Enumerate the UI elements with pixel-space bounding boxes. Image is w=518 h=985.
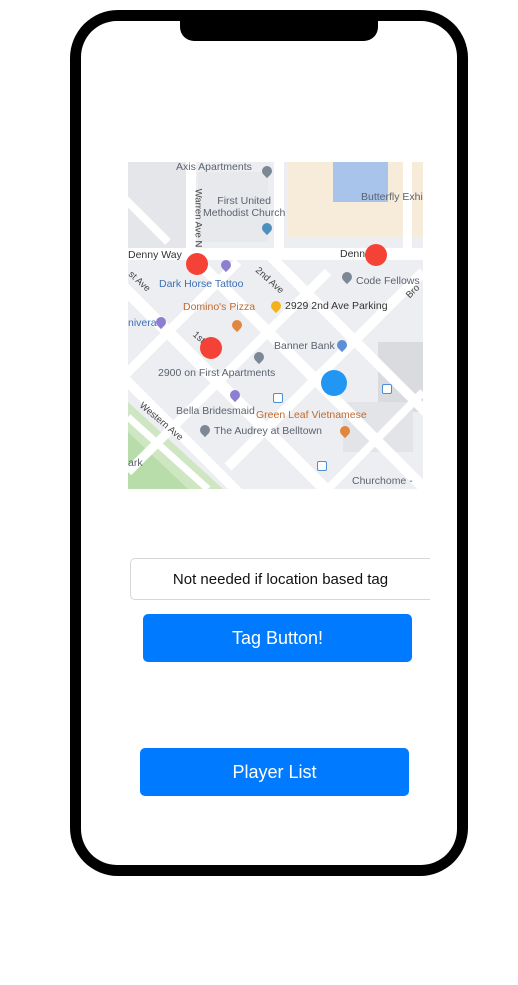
player-list-button[interactable]: Player List [140, 748, 409, 796]
player-marker-2[interactable] [365, 244, 387, 266]
bus-stop-icon-2 [382, 384, 392, 394]
map-label-audrey: The Audrey at Belltown [214, 425, 322, 437]
player-marker-3[interactable] [200, 337, 222, 359]
bus-stop-icon-3 [317, 461, 327, 471]
map-view[interactable]: Axis Apartments First United Methodist C… [128, 162, 423, 489]
map-label-first-apartments: 2900 on First Apartments [158, 367, 276, 379]
map-label-green-leaf: Green Leaf Vietnamese [256, 409, 367, 421]
current-location-marker[interactable] [321, 370, 347, 396]
map-label-banner-bank: Banner Bank [274, 340, 335, 352]
bus-stop-icon [273, 393, 283, 403]
phone-notch [180, 21, 378, 41]
map-label-dark-horse: Dark Horse Tattoo [159, 278, 244, 290]
phone-frame: Axis Apartments First United Methodist C… [70, 10, 468, 876]
map-label-denny-way: Denny Way [128, 249, 182, 261]
map-label-churchome: Churchome - [352, 475, 413, 487]
phone-screen: Axis Apartments First United Methodist C… [81, 21, 457, 865]
map-label-first-united: First United Methodist Church [203, 195, 286, 219]
map-label-butterfly: Butterfly Exhi [361, 191, 423, 203]
player-marker-1[interactable] [186, 253, 208, 275]
map-label-denny-right: Denn [340, 248, 366, 260]
map-label-warren-ave: Warren Ave N [192, 188, 204, 248]
map-label-axis-apartments: Axis Apartments [176, 162, 252, 173]
tag-button[interactable]: Tag Button! [143, 614, 412, 662]
map-label-parking: 2929 2nd Ave Parking [285, 300, 388, 312]
map-label-dominos: Domino's Pizza [183, 301, 256, 313]
map-label-bella: Bella Bridesmaid [176, 405, 255, 417]
tag-target-input[interactable] [130, 558, 430, 600]
map-label-nivera: nivera [128, 317, 157, 329]
map-label-ark: ark [128, 457, 143, 469]
